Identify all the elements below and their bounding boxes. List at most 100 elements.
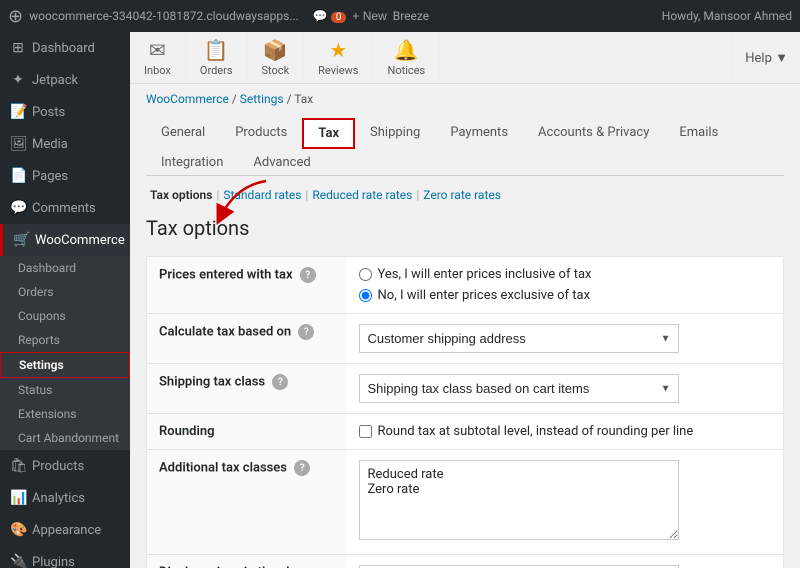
checkbox-rounding[interactable]: Round tax at subtotal level, instead of … <box>359 424 772 439</box>
sidebar-item-dashboard[interactable]: ⊞ Dashboard <box>0 32 130 64</box>
sidebar-item-comments[interactable]: 💬 Comments <box>0 192 130 224</box>
sidebar-item-pages[interactable]: 📄 Pages <box>0 160 130 192</box>
settings-table: Prices entered with tax ? Yes, I will en… <box>146 256 784 568</box>
tab-integration[interactable]: Integration <box>146 148 238 176</box>
sidebar-item-products[interactable]: 🛍 Products <box>0 450 130 482</box>
radio-exclusive-input[interactable] <box>359 289 372 302</box>
help-icon-prices[interactable]: ? <box>300 267 316 283</box>
woo-sub-reports[interactable]: Reports <box>0 328 130 352</box>
label-display-prices-shop: Display prices in the shop <box>147 555 347 568</box>
tab-advanced[interactable]: Advanced <box>238 148 325 176</box>
help-icon-shipping-class[interactable]: ? <box>272 374 288 390</box>
comments-icon: 💬 <box>10 200 26 216</box>
row-prices-entered: Prices entered with tax ? Yes, I will en… <box>147 257 784 314</box>
jetpack-icon: ✦ <box>10 72 26 88</box>
sidebar-item-jetpack[interactable]: ✦ Jetpack <box>0 64 130 96</box>
stock-label: Stock <box>262 64 290 77</box>
orders-label: Orders <box>200 64 233 77</box>
subnav-zero-rate-rates[interactable]: Zero rate rates <box>419 188 505 202</box>
top-bar: ⊕ woocommerce-334042-1081872.cloudwaysap… <box>0 0 800 32</box>
label-calculate-tax: Calculate tax based on ? <box>147 314 347 364</box>
section-header: Tax options <box>146 216 784 240</box>
red-arrow-annotation <box>206 176 286 226</box>
tab-payments[interactable]: Payments <box>435 118 523 149</box>
radio-prices-inclusive[interactable]: Yes, I will enter prices inclusive of ta… <box>359 267 772 282</box>
sidebar-item-plugins[interactable]: 🔌 Plugins <box>0 546 130 568</box>
notices-icon: 🔔 <box>394 38 419 62</box>
pages-icon: 📄 <box>10 168 26 184</box>
comment-count: 0 <box>331 12 347 23</box>
help-button[interactable]: Help ▼ <box>732 32 800 83</box>
select-wrap-calculate-tax: Customer shipping addressCustomer billin… <box>359 324 679 353</box>
breadcrumb-settings[interactable]: Settings <box>240 92 284 106</box>
help-icon-calculate[interactable]: ? <box>298 324 314 340</box>
sidebar-item-label: Media <box>32 137 68 152</box>
field-rounding: Round tax at subtotal level, instead of … <box>347 414 784 450</box>
label-prices-entered: Prices entered with tax ? <box>147 257 347 314</box>
sidebar-item-label: Comments <box>32 201 96 216</box>
subnav-reduced-rate-rates[interactable]: Reduced rate rates <box>308 188 416 202</box>
tab-navigation: General Products Tax Shipping Payments A… <box>146 118 784 176</box>
sidebar-item-analytics[interactable]: 📊 Analytics <box>0 482 130 514</box>
posts-icon: 📝 <box>10 104 26 120</box>
inbox-button[interactable]: ✉ Inbox <box>130 32 186 83</box>
woo-sub-extensions[interactable]: Extensions <box>0 402 130 426</box>
stock-button[interactable]: 📦 Stock <box>248 32 305 83</box>
field-prices-entered: Yes, I will enter prices inclusive of ta… <box>347 257 784 314</box>
inbox-label: Inbox <box>144 64 171 77</box>
label-additional-tax-classes: Additional tax classes ? <box>147 450 347 555</box>
tab-emails[interactable]: Emails <box>664 118 733 149</box>
field-additional-tax-classes: Reduced rate Zero rate <box>347 450 784 555</box>
radio-group-prices: Yes, I will enter prices inclusive of ta… <box>359 267 772 303</box>
woo-sub-settings[interactable]: Settings <box>0 352 130 378</box>
woo-sub-cart-abandonment[interactable]: Cart Abandonment <box>0 426 130 450</box>
tab-tax[interactable]: Tax <box>302 118 355 149</box>
top-bar-left: ⊕ woocommerce-334042-1081872.cloudwaysap… <box>8 6 656 27</box>
tab-general[interactable]: General <box>146 118 220 149</box>
notices-button[interactable]: 🔔 Notices <box>373 32 440 83</box>
checkbox-rounding-input[interactable] <box>359 425 372 438</box>
tab-shipping[interactable]: Shipping <box>355 118 435 149</box>
sidebar-item-appearance[interactable]: 🎨 Appearance <box>0 514 130 546</box>
inbox-icon: ✉ <box>149 38 166 62</box>
sidebar-item-label: Dashboard <box>32 41 95 56</box>
orders-button[interactable]: 📋 Orders <box>186 32 248 83</box>
select-calculate-tax[interactable]: Customer shipping addressCustomer billin… <box>359 324 679 353</box>
reviews-label: Reviews <box>318 64 358 77</box>
orders-icon: 📋 <box>204 38 229 62</box>
woocommerce-icon: 🛒 <box>13 232 29 248</box>
textarea-additional-tax-classes[interactable]: Reduced rate Zero rate <box>359 460 679 540</box>
sidebar-item-label: Appearance <box>32 523 101 538</box>
page-content: General Products Tax Shipping Payments A… <box>130 110 800 568</box>
help-icon-additional-classes[interactable]: ? <box>294 460 310 476</box>
reviews-icon: ★ <box>329 38 347 62</box>
sidebar-item-label: Pages <box>32 169 68 184</box>
row-shipping-tax-class: Shipping tax class ? Shipping tax class … <box>147 364 784 414</box>
radio-prices-exclusive[interactable]: No, I will enter prices exclusive of tax <box>359 288 772 303</box>
sidebar-item-woocommerce[interactable]: 🛒 WooCommerce <box>0 224 130 256</box>
tab-products[interactable]: Products <box>220 118 302 149</box>
field-calculate-tax: Customer shipping addressCustomer billin… <box>347 314 784 364</box>
tab-accounts-privacy[interactable]: Accounts & Privacy <box>523 118 664 149</box>
select-shipping-tax-class[interactable]: Shipping tax class based on cart itemsSt… <box>359 374 679 403</box>
woo-sub-dashboard[interactable]: Dashboard <box>0 256 130 280</box>
breadcrumb-woocommerce[interactable]: WooCommerce <box>146 92 229 106</box>
row-additional-tax-classes: Additional tax classes ? Reduced rate Ze… <box>147 450 784 555</box>
main-layout: ⊞ Dashboard ✦ Jetpack 📝 Posts 🖼 Media 📄 … <box>0 32 800 568</box>
new-button[interactable]: + New <box>352 9 386 23</box>
comment-icon[interactable]: 💬 0 <box>313 9 347 23</box>
sidebar-item-media[interactable]: 🖼 Media <box>0 128 130 160</box>
dashboard-icon: ⊞ <box>10 40 26 56</box>
sidebar-item-posts[interactable]: 📝 Posts <box>0 96 130 128</box>
radio-inclusive-input[interactable] <box>359 268 372 281</box>
reviews-button[interactable]: ★ Reviews <box>304 32 373 83</box>
products-icon: 🛍 <box>10 458 26 474</box>
woo-sub-coupons[interactable]: Coupons <box>0 304 130 328</box>
woo-sub-orders[interactable]: Orders <box>0 280 130 304</box>
woo-sub-status[interactable]: Status <box>0 378 130 402</box>
sidebar-item-label: Posts <box>32 105 65 120</box>
sidebar-item-label: Products <box>32 459 84 474</box>
field-display-prices-shop: Excluding taxIncluding tax <box>347 555 784 568</box>
site-name: woocommerce-334042-1081872.cloudwaysapps… <box>29 9 299 23</box>
breeze-label[interactable]: Breeze <box>393 9 429 23</box>
